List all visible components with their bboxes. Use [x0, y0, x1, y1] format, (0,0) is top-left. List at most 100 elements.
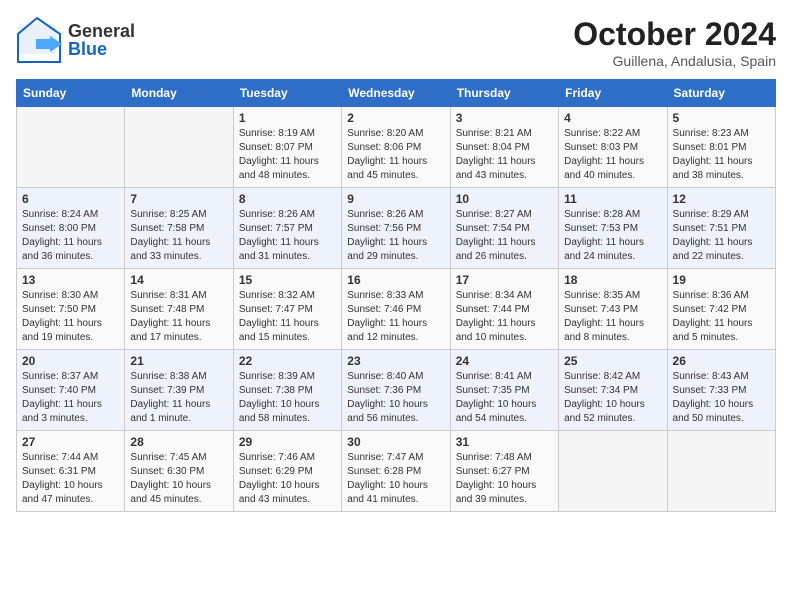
logo: General Blue: [16, 16, 135, 64]
day-number: 18: [564, 273, 661, 287]
day-number: 5: [673, 111, 770, 125]
day-number: 12: [673, 192, 770, 206]
day-info: Sunrise: 8:39 AMSunset: 7:38 PMDaylight:…: [239, 370, 336, 426]
calendar-cell: 10 Sunrise: 8:27 AMSunset: 7:54 PMDayligh…: [450, 188, 558, 269]
calendar-cell: 31Sunrise: 7:48 AMSunset: 6:27 PMDayligh…: [450, 431, 558, 512]
day-number: 9: [347, 192, 444, 206]
calendar-cell: 26Sunrise: 8:43 AMSunset: 7:33 PMDayligh…: [667, 350, 775, 431]
calendar-cell: 16 Sunrise: 8:33 AMSunset: 7:46 PMDayligh…: [342, 269, 450, 350]
day-number: 2: [347, 111, 444, 125]
calendar-week-row: 13Sunrise: 8:30 AMSunset: 7:50 PMDayligh…: [17, 269, 776, 350]
calendar-cell: [559, 431, 667, 512]
column-header-wednesday: Wednesday: [342, 80, 450, 107]
day-number: 17: [456, 273, 553, 287]
day-info: Sunrise: 8:26 AMSunset: 7:57 PMDaylight:…: [239, 208, 336, 264]
logo-general-text: General: [68, 22, 135, 40]
day-info: Sunrise: 8:30 AMSunset: 7:50 PMDaylight:…: [22, 289, 119, 345]
day-info: Sunrise: 8:29 AMSunset: 7:51 PMDaylight:…: [673, 208, 770, 264]
day-info: Sunrise: 8:22 AMSunset: 8:03 PMDaylight:…: [564, 127, 661, 183]
calendar-cell: 5 Sunrise: 8:23 AMSunset: 8:01 PMDaylight…: [667, 107, 775, 188]
day-info: Sunrise: 8:25 AMSunset: 7:58 PMDaylight:…: [130, 208, 227, 264]
calendar-cell: 11 Sunrise: 8:28 AMSunset: 7:53 PMDayligh…: [559, 188, 667, 269]
title-section: October 2024 Guillena, Andalusia, Spain: [573, 16, 776, 69]
calendar-cell: 1 Sunrise: 8:19 AMSunset: 8:07 PMDaylight…: [233, 107, 341, 188]
calendar-cell: [125, 107, 233, 188]
day-info: Sunrise: 8:38 AMSunset: 7:39 PMDaylight:…: [130, 370, 227, 426]
calendar-cell: 30 Sunrise: 7:47 AMSunset: 6:28 PMDayligh…: [342, 431, 450, 512]
calendar-cell: 8Sunrise: 8:26 AMSunset: 7:57 PMDaylight…: [233, 188, 341, 269]
calendar-week-row: 1 Sunrise: 8:19 AMSunset: 8:07 PMDaylight…: [17, 107, 776, 188]
calendar-table: SundayMondayTuesdayWednesdayThursdayFrid…: [16, 79, 776, 512]
calendar-week-row: 20 Sunrise: 8:37 AMSunset: 7:40 PMDayligh…: [17, 350, 776, 431]
calendar-cell: 27 Sunrise: 7:44 AMSunset: 6:31 PMDayligh…: [17, 431, 125, 512]
day-number: 30: [347, 435, 444, 449]
day-info: Sunrise: 8:34 AMSunset: 7:44 PMDaylight:…: [456, 289, 553, 345]
calendar-cell: 6Sunrise: 8:24 AMSunset: 8:00 PMDaylight…: [17, 188, 125, 269]
calendar-cell: 12 Sunrise: 8:29 AMSunset: 7:51 PMDayligh…: [667, 188, 775, 269]
logo-blue-text: Blue: [68, 40, 135, 58]
calendar-cell: 22 Sunrise: 8:39 AMSunset: 7:38 PMDayligh…: [233, 350, 341, 431]
calendar-cell: 19Sunrise: 8:36 AMSunset: 7:42 PMDayligh…: [667, 269, 775, 350]
calendar-cell: 21 Sunrise: 8:38 AMSunset: 7:39 PMDayligh…: [125, 350, 233, 431]
calendar-cell: 7 Sunrise: 8:25 AMSunset: 7:58 PMDaylight…: [125, 188, 233, 269]
calendar-cell: 14 Sunrise: 8:31 AMSunset: 7:48 PMDayligh…: [125, 269, 233, 350]
day-info: Sunrise: 8:19 AMSunset: 8:07 PMDaylight:…: [239, 127, 336, 183]
calendar-cell: 4 Sunrise: 8:22 AMSunset: 8:03 PMDaylight…: [559, 107, 667, 188]
calendar-cell: 15 Sunrise: 8:32 AMSunset: 7:47 PMDayligh…: [233, 269, 341, 350]
logo-text: General Blue: [68, 22, 135, 58]
day-info: Sunrise: 8:37 AMSunset: 7:40 PMDaylight:…: [22, 370, 119, 426]
calendar-week-row: 6Sunrise: 8:24 AMSunset: 8:00 PMDaylight…: [17, 188, 776, 269]
calendar-header-row: SundayMondayTuesdayWednesdayThursdayFrid…: [17, 80, 776, 107]
calendar-cell: 3 Sunrise: 8:21 AMSunset: 8:04 PMDaylight…: [450, 107, 558, 188]
day-info: Sunrise: 8:40 AMSunset: 7:36 PMDaylight:…: [347, 370, 444, 426]
day-number: 27: [22, 435, 119, 449]
day-number: 3: [456, 111, 553, 125]
column-header-friday: Friday: [559, 80, 667, 107]
day-number: 15: [239, 273, 336, 287]
day-number: 19: [673, 273, 770, 287]
column-header-tuesday: Tuesday: [233, 80, 341, 107]
day-info: Sunrise: 8:27 AMSunset: 7:54 PMDaylight:…: [456, 208, 553, 264]
day-number: 14: [130, 273, 227, 287]
day-number: 29: [239, 435, 336, 449]
calendar-cell: 24Sunrise: 8:41 AMSunset: 7:35 PMDayligh…: [450, 350, 558, 431]
day-number: 21: [130, 354, 227, 368]
day-info: Sunrise: 8:20 AMSunset: 8:06 PMDaylight:…: [347, 127, 444, 183]
month-title: October 2024: [573, 16, 776, 53]
day-info: Sunrise: 8:26 AMSunset: 7:56 PMDaylight:…: [347, 208, 444, 264]
day-number: 25: [564, 354, 661, 368]
day-info: Sunrise: 7:44 AMSunset: 6:31 PMDaylight:…: [22, 451, 119, 507]
day-number: 10: [456, 192, 553, 206]
day-number: 1: [239, 111, 336, 125]
calendar-cell: 18 Sunrise: 8:35 AMSunset: 7:43 PMDayligh…: [559, 269, 667, 350]
calendar-cell: 9 Sunrise: 8:26 AMSunset: 7:56 PMDaylight…: [342, 188, 450, 269]
day-info: Sunrise: 8:42 AMSunset: 7:34 PMDaylight:…: [564, 370, 661, 426]
calendar-cell: 13Sunrise: 8:30 AMSunset: 7:50 PMDayligh…: [17, 269, 125, 350]
day-info: Sunrise: 7:47 AMSunset: 6:28 PMDaylight:…: [347, 451, 444, 507]
day-info: Sunrise: 8:28 AMSunset: 7:53 PMDaylight:…: [564, 208, 661, 264]
calendar-cell: [667, 431, 775, 512]
calendar-cell: 29Sunrise: 7:46 AMSunset: 6:29 PMDayligh…: [233, 431, 341, 512]
day-number: 23: [347, 354, 444, 368]
column-header-saturday: Saturday: [667, 80, 775, 107]
day-number: 4: [564, 111, 661, 125]
day-info: Sunrise: 8:23 AMSunset: 8:01 PMDaylight:…: [673, 127, 770, 183]
day-info: Sunrise: 8:35 AMSunset: 7:43 PMDaylight:…: [564, 289, 661, 345]
day-number: 16: [347, 273, 444, 287]
day-info: Sunrise: 8:33 AMSunset: 7:46 PMDaylight:…: [347, 289, 444, 345]
calendar-cell: 2 Sunrise: 8:20 AMSunset: 8:06 PMDaylight…: [342, 107, 450, 188]
day-info: Sunrise: 8:31 AMSunset: 7:48 PMDaylight:…: [130, 289, 227, 345]
day-number: 7: [130, 192, 227, 206]
calendar-cell: [17, 107, 125, 188]
day-number: 22: [239, 354, 336, 368]
day-number: 31: [456, 435, 553, 449]
day-info: Sunrise: 8:32 AMSunset: 7:47 PMDaylight:…: [239, 289, 336, 345]
day-number: 11: [564, 192, 661, 206]
day-info: Sunrise: 8:21 AMSunset: 8:04 PMDaylight:…: [456, 127, 553, 183]
column-header-monday: Monday: [125, 80, 233, 107]
day-number: 24: [456, 354, 553, 368]
calendar-week-row: 27 Sunrise: 7:44 AMSunset: 6:31 PMDayligh…: [17, 431, 776, 512]
column-header-thursday: Thursday: [450, 80, 558, 107]
calendar-cell: 20 Sunrise: 8:37 AMSunset: 7:40 PMDayligh…: [17, 350, 125, 431]
day-number: 20: [22, 354, 119, 368]
